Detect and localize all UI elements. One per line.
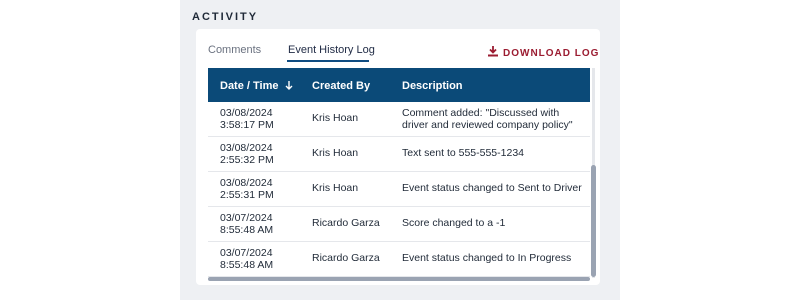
row-created-by: Kris Hoan (312, 182, 359, 194)
row-time: 2:55:32 PM (220, 154, 274, 166)
row-time: 8:55:48 AM (220, 224, 274, 236)
column-header-date-time[interactable]: Date / Time (220, 80, 293, 92)
row-created-by: Kris Hoan (312, 147, 359, 159)
row-description: Event status changed to Sent to Driver (402, 182, 582, 194)
table-row: 03/07/2024 8:55:48 AM Ricardo Garza Even… (208, 242, 590, 277)
tab-event-history-log[interactable]: Event History Log (288, 44, 375, 56)
row-date: 03/07/2024 (220, 247, 273, 259)
row-date: 03/07/2024 (220, 212, 273, 224)
row-date: 03/08/2024 (220, 177, 273, 189)
row-description: Score changed to a -1 (402, 217, 506, 229)
download-icon (488, 46, 503, 60)
row-created-by: Ricardo Garza (312, 217, 380, 229)
row-datetime: 03/08/2024 3:58:17 PM (220, 107, 274, 131)
event-history-table: Date / Time Created By Description 03/08… (208, 68, 590, 278)
row-time: 2:55:31 PM (220, 189, 274, 201)
download-log-label: DOWNLOAD LOG (503, 47, 600, 59)
table-row: 03/08/2024 3:58:17 PM Kris Hoan Comment … (208, 102, 590, 137)
table-header: Date / Time Created By Description (208, 68, 590, 102)
vertical-scrollbar-thumb[interactable] (591, 165, 596, 277)
row-description: Comment added: "Discussed with driver an… (402, 107, 573, 131)
table-row: 03/08/2024 2:55:32 PM Kris Hoan Text sen… (208, 137, 590, 172)
row-created-by: Kris Hoan (312, 112, 359, 124)
row-datetime: 03/08/2024 2:55:31 PM (220, 177, 274, 201)
table-row: 03/07/2024 8:55:48 AM Ricardo Garza Scor… (208, 207, 590, 242)
row-description: Event status changed to In Progress (402, 252, 572, 264)
table-row: 03/08/2024 2:55:31 PM Kris Hoan Event st… (208, 172, 590, 207)
row-description: Text sent to 555-555-1234 (402, 147, 525, 159)
tab-comments[interactable]: Comments (208, 44, 261, 56)
active-tab-indicator (287, 60, 369, 62)
row-datetime: 03/08/2024 2:55:32 PM (220, 142, 274, 166)
row-created-by: Ricardo Garza (312, 252, 380, 264)
row-date: 03/08/2024 (220, 107, 273, 119)
row-date: 03/08/2024 (220, 142, 273, 154)
row-datetime: 03/07/2024 8:55:48 AM (220, 247, 273, 271)
column-header-description: Description (402, 80, 463, 92)
row-time: 3:58:17 PM (220, 119, 274, 131)
column-header-date-time-label: Date / Time (220, 80, 279, 92)
download-log-button[interactable]: DOWNLOAD LOG (488, 46, 599, 60)
column-header-created-by: Created By (312, 80, 371, 92)
row-time: 8:55:48 AM (220, 259, 274, 271)
arrow-down-icon (282, 80, 293, 92)
section-title: ACTIVITY (192, 11, 259, 23)
horizontal-scrollbar[interactable] (208, 277, 590, 281)
row-datetime: 03/07/2024 8:55:48 AM (220, 212, 273, 236)
